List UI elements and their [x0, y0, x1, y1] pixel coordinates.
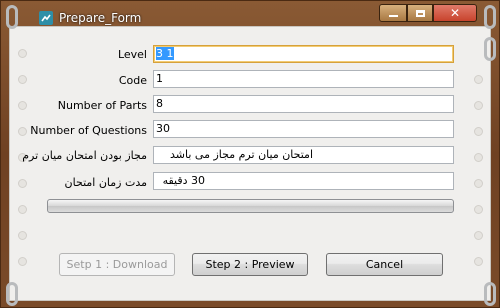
binder-hole	[18, 101, 27, 110]
window-title: Prepare_Form	[59, 11, 142, 25]
code-input[interactable]: 1	[153, 70, 454, 88]
number-of-parts-label: Number of Parts	[57, 99, 147, 112]
exam-duration-label: مدت زمان امتحان	[64, 176, 147, 189]
binder-hole	[18, 205, 27, 214]
number-of-questions-input[interactable]: 30	[153, 120, 454, 138]
binder-hole	[474, 127, 483, 136]
binder-hole	[18, 257, 27, 266]
download-button[interactable]: Setp 1 : Download	[59, 253, 175, 276]
binder-ring	[484, 282, 496, 306]
binder-hole	[18, 49, 27, 58]
midterm-allowed-input[interactable]: امتحان میان ترم مجاز می باشد	[153, 146, 454, 164]
binder-hole	[474, 231, 483, 240]
number-of-parts-input[interactable]: 8	[153, 95, 454, 113]
app-icon	[39, 11, 53, 25]
binder-ring	[6, 5, 18, 29]
close-button[interactable]: ✕	[433, 4, 477, 22]
exam-duration-input[interactable]: 30 دقیقه	[153, 172, 454, 190]
level-label: Level	[117, 48, 147, 61]
level-value: 3 1	[156, 47, 174, 60]
midterm-allowed-label: مجاز بودن امتحان میان ترم	[22, 149, 147, 162]
binder-hole	[18, 231, 27, 240]
binder-hole	[474, 153, 483, 162]
progress-bar	[47, 199, 454, 213]
cancel-button[interactable]: Cancel	[326, 253, 443, 276]
binder-ring	[6, 282, 18, 306]
minimize-icon	[388, 15, 398, 17]
binder-hole	[18, 179, 27, 188]
binder-hole	[474, 101, 483, 110]
binder-hole	[18, 127, 27, 136]
prepare-form-window: Prepare_Form ✕ Level 3 1 Code 1 Number o…	[0, 0, 500, 308]
level-input[interactable]: 3 1	[153, 45, 454, 63]
preview-button[interactable]: Step 2 : Preview	[192, 253, 308, 276]
binder-hole	[474, 257, 483, 266]
binder-ring	[484, 37, 496, 61]
number-of-questions-label: Number of Questions	[30, 124, 147, 137]
binder-ring	[484, 5, 496, 29]
close-icon: ✕	[449, 6, 461, 20]
code-label: Code	[118, 74, 147, 87]
binder-hole	[474, 75, 483, 84]
binder-hole	[474, 205, 483, 214]
binder-hole	[474, 179, 483, 188]
binder-hole	[18, 75, 27, 84]
maximize-button[interactable]	[407, 4, 433, 22]
minimize-button[interactable]	[379, 4, 407, 22]
maximize-icon	[415, 9, 425, 17]
